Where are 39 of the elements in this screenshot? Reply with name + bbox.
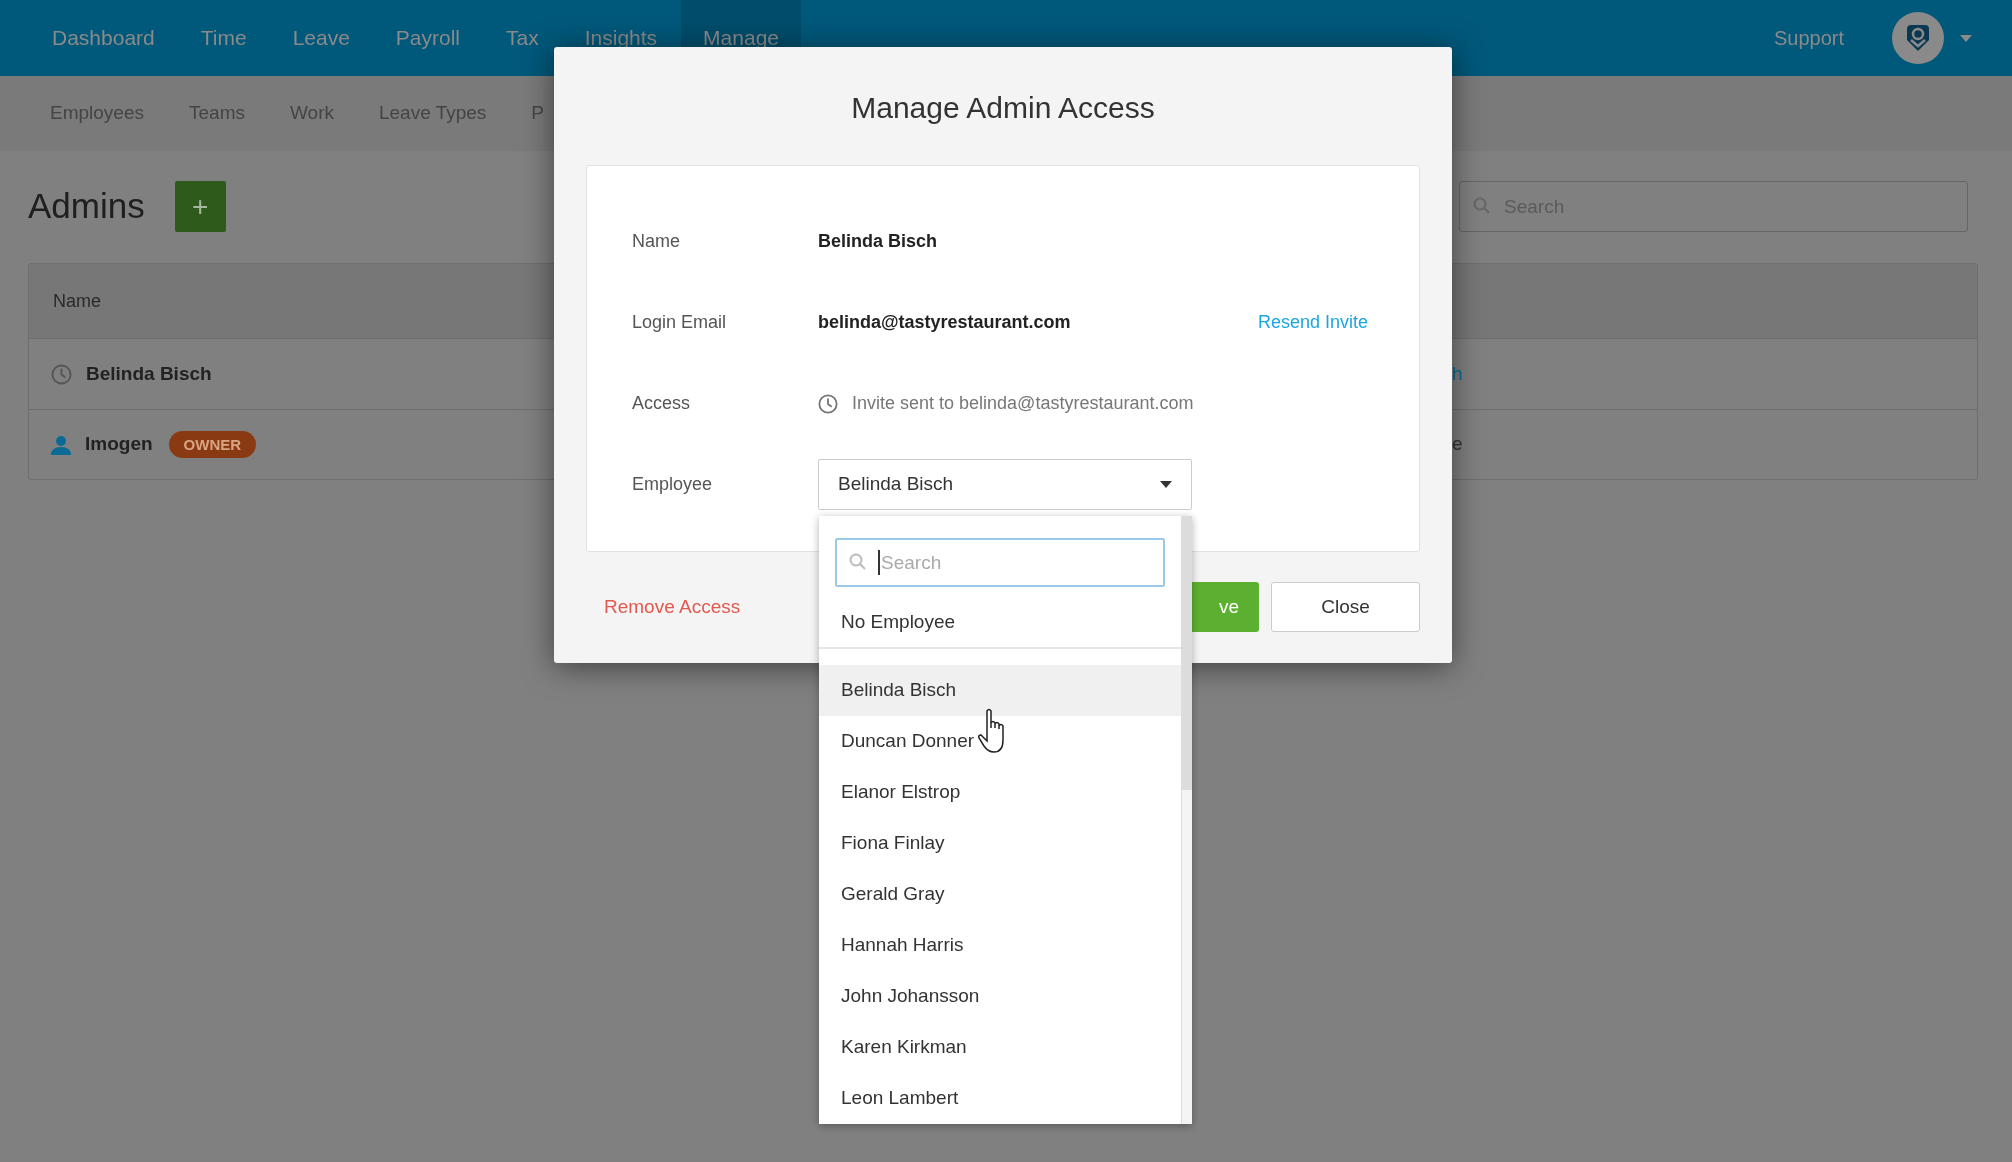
field-label: Name [632,230,681,253]
table-cell-text: h [1452,361,1463,386]
avatar-icon[interactable] [1892,12,1944,64]
nav-tab[interactable]: Payroll [373,0,483,76]
name-value: Belinda Bisch [818,230,938,253]
scrollbar[interactable] [1181,516,1192,1124]
caret-icon[interactable] [1960,34,1972,42]
admin-name: Belinda Bisch [86,361,212,386]
support-link[interactable]: Support [1773,0,1844,76]
field-label: Login Email [632,311,728,334]
resend-invite-link[interactable]: Resend Invite [1257,309,1368,336]
admin-name: Imogen [85,432,153,457]
invite-status: Invite sent to belinda@tastyrestaurant.com [852,392,1194,415]
employee-select[interactable]: Belinda Bisch [818,459,1192,510]
dropdown-option[interactable]: Belinda Bisch [819,665,1181,716]
text-cursor [878,550,880,575]
clock-icon [818,393,838,414]
nav-tab[interactable]: Tax [484,0,561,76]
owner-badge: OWNER [168,431,257,458]
search-icon [1473,197,1491,215]
nav-tab[interactable]: Leave [270,0,372,76]
person-icon [51,434,71,455]
modal-title: Manage Admin Access [850,90,1156,126]
field-label: Employee [632,473,714,496]
nav-tab[interactable]: Time [178,0,269,76]
add-admin-button[interactable]: + [174,181,226,232]
close-button[interactable]: Close [1271,582,1420,632]
clock-icon [51,363,72,385]
remove-access-link[interactable]: Remove Access [604,592,741,622]
nav-tab[interactable]: Dashboard [30,0,177,76]
page-title: Admins [28,185,145,228]
table-cell-text: e [1452,432,1463,457]
dropdown-option[interactable]: Leon Lambert [819,1073,1181,1124]
field-label: Access [632,392,692,415]
column-header: Name [53,289,101,313]
email-value: belinda@tastyrestaurant.com [818,311,1071,334]
dropdown-search-field[interactable]: Search [835,538,1165,587]
search-icon [849,553,867,571]
caret-icon [1160,481,1172,488]
